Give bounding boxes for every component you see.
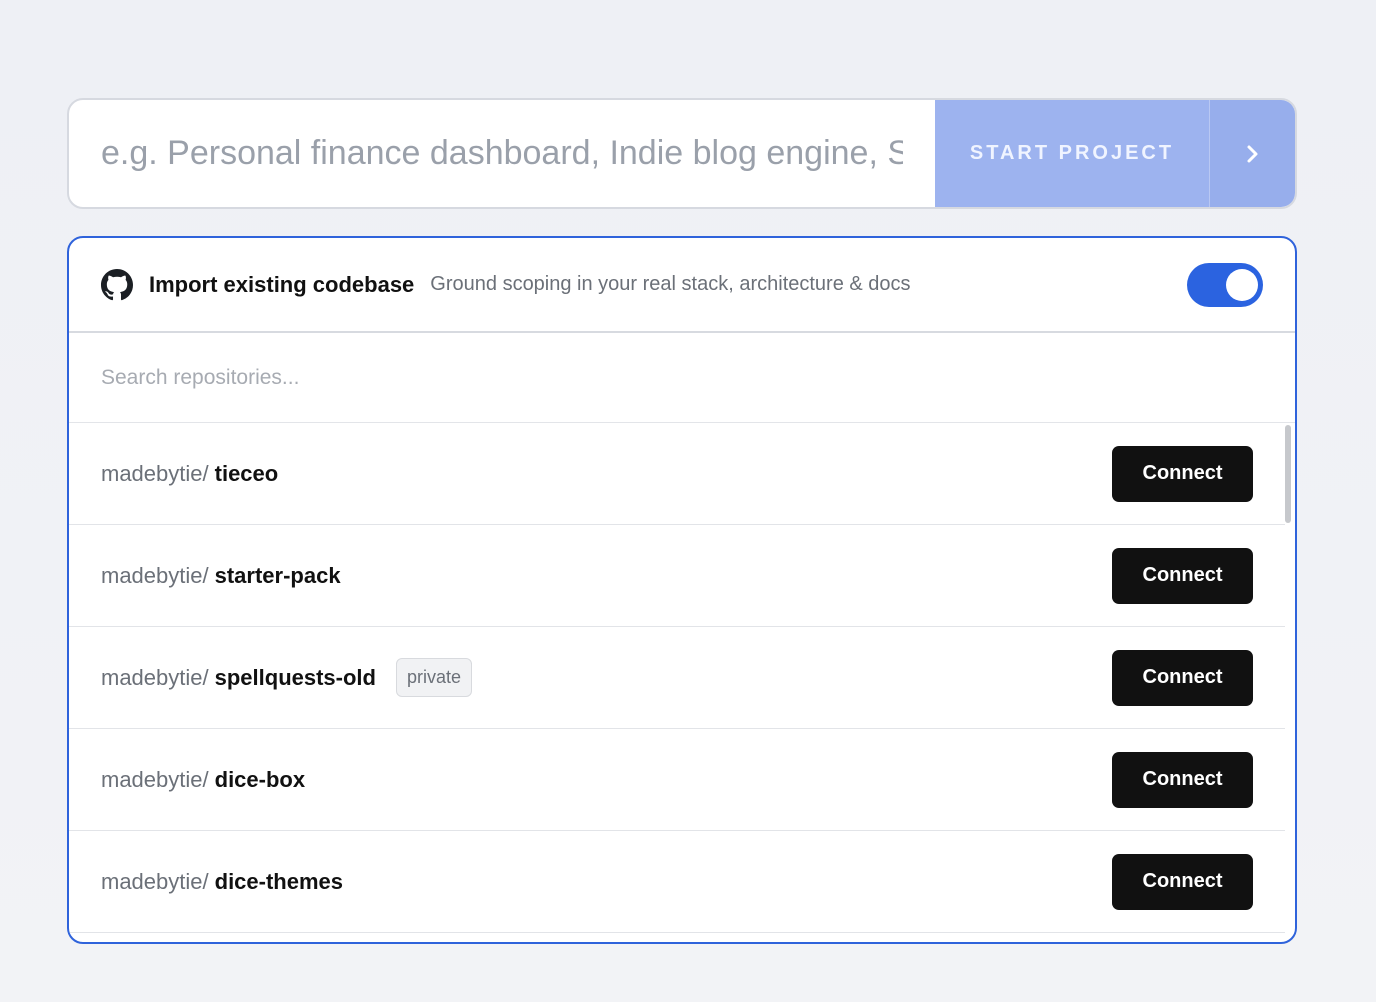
connect-button[interactable]: Connect <box>1112 853 1253 910</box>
start-project-arrow-button[interactable] <box>1209 100 1295 207</box>
repo-row: madebytie/ dice-box Connect <box>69 729 1285 831</box>
repo-name: spellquests-old <box>214 664 376 690</box>
project-idea-input[interactable] <box>69 100 935 207</box>
repo-owner: madebytie/ <box>101 766 209 792</box>
repo-owner: madebytie/ <box>101 664 209 690</box>
repo-name: tieceo <box>214 460 279 486</box>
repo-owner: madebytie/ <box>101 868 209 894</box>
repo-row: madebytie/ starter-pack Connect <box>69 525 1285 627</box>
github-icon <box>101 268 133 301</box>
repo-owner: madebytie/ <box>101 460 209 486</box>
repo-name: starter-pack <box>214 562 341 588</box>
connect-button[interactable]: Connect <box>1112 649 1253 706</box>
repo-row: madebytie/ dice-themes Connect <box>69 831 1285 933</box>
import-panel-title: Import existing codebase <box>149 271 415 297</box>
repo-list: madebytie/ tieceo Connect madebytie/ sta… <box>69 423 1295 942</box>
import-panel-subtitle: Ground scoping in your real stack, archi… <box>430 273 911 295</box>
import-codebase-toggle[interactable] <box>1187 262 1263 307</box>
connect-button[interactable]: Connect <box>1112 445 1253 502</box>
start-project-button[interactable]: START PROJECT <box>935 100 1209 207</box>
chevron-right-icon <box>1247 145 1257 162</box>
repo-list-scrollbar[interactable] <box>1285 425 1291 523</box>
repo-row: madebytie/ spellquests-old private Conne… <box>69 627 1285 729</box>
repo-name: dice-box <box>214 766 306 792</box>
import-panel-header: Import existing codebase Ground scoping … <box>69 238 1295 333</box>
repo-search-row <box>69 333 1295 423</box>
private-badge: private <box>395 658 473 697</box>
repo-owner: madebytie/ <box>101 562 209 588</box>
connect-button[interactable]: Connect <box>1112 547 1253 604</box>
repo-row: madebytie/ tieceo Connect <box>69 423 1285 525</box>
project-prompt-bar: START PROJECT <box>67 98 1297 209</box>
import-codebase-panel: Import existing codebase Ground scoping … <box>67 236 1297 944</box>
toggle-knob <box>1226 268 1258 301</box>
connect-button[interactable]: Connect <box>1112 751 1253 808</box>
repo-search-input[interactable] <box>101 365 1263 390</box>
repo-name: dice-themes <box>214 868 344 894</box>
